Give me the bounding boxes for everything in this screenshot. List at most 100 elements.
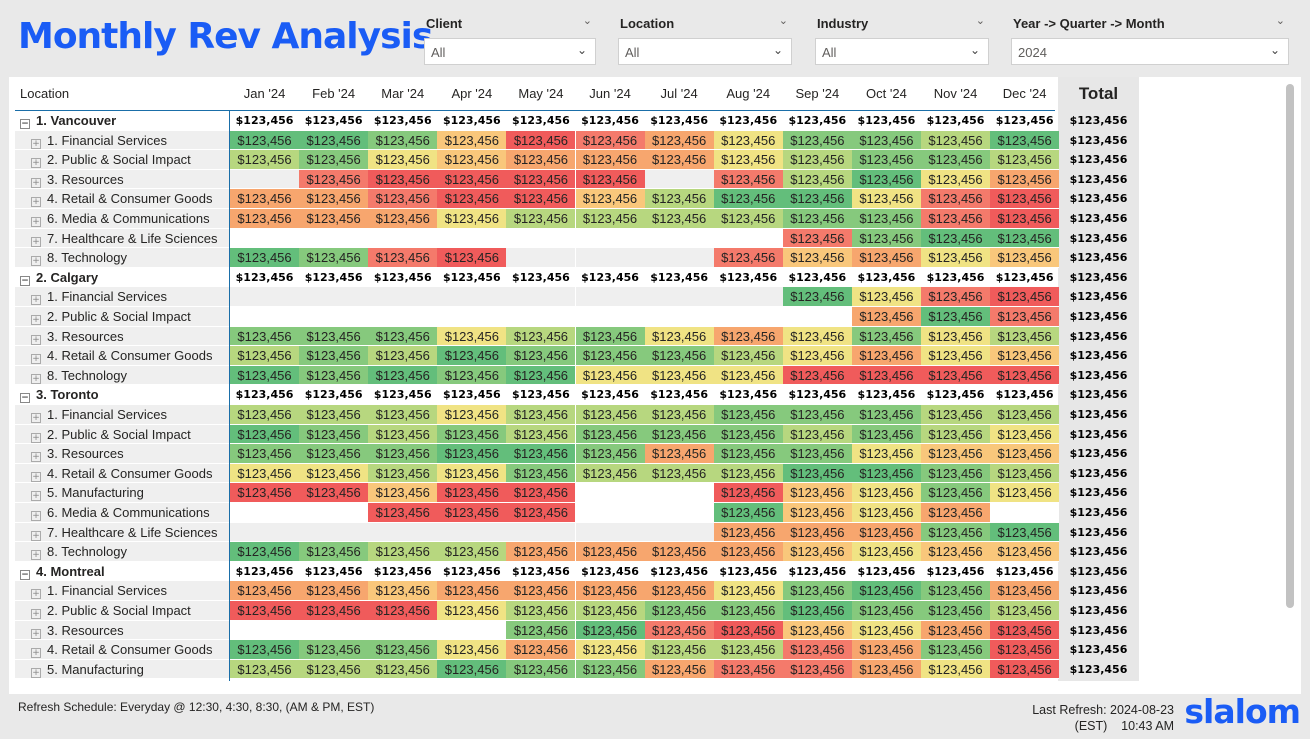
- row-label: +3. Resources: [15, 620, 229, 641]
- value-cell: $123,456: [581, 564, 639, 578]
- expand-icon[interactable]: +: [31, 667, 41, 678]
- column-header-month[interactable]: Feb '24: [299, 77, 368, 110]
- column-header-month[interactable]: Jan '24: [230, 77, 299, 110]
- chevron-down-icon[interactable]: ⌄: [1270, 43, 1280, 57]
- value-cell: $123,456: [713, 659, 783, 680]
- value-cell: [575, 307, 645, 327]
- vertical-scrollbar[interactable]: [1286, 84, 1294, 608]
- slicer-date-dropdown[interactable]: 2024 ⌄: [1011, 38, 1289, 65]
- collapse-icon[interactable]: −: [20, 393, 30, 404]
- column-header-month[interactable]: Dec '24: [990, 77, 1059, 110]
- slicer-client-dropdown[interactable]: All ⌄: [424, 38, 596, 65]
- column-header-month[interactable]: May '24: [506, 77, 575, 110]
- expand-icon[interactable]: +: [31, 471, 41, 482]
- value-cell: $123,456: [788, 564, 847, 578]
- expand-icon[interactable]: +: [31, 177, 41, 188]
- expand-icon[interactable]: +: [31, 197, 41, 208]
- value-cell: $123,456: [368, 326, 438, 347]
- row-label-text: 1. Financial Services: [47, 583, 167, 599]
- chevron-down-icon[interactable]: ⌄: [976, 14, 985, 27]
- column-header-month[interactable]: Apr '24: [437, 77, 506, 110]
- expand-icon[interactable]: +: [31, 530, 41, 541]
- row-label: −1. Vancouver: [15, 111, 229, 131]
- slicer-client[interactable]: Client ⌄ All ⌄: [424, 12, 596, 68]
- value-cell: [990, 503, 1060, 523]
- column-header-total[interactable]: Total: [1058, 77, 1139, 110]
- value-cell: $123,456: [926, 114, 985, 127]
- slicer-industry-dropdown[interactable]: All ⌄: [815, 38, 989, 65]
- value-cell: [575, 483, 645, 503]
- value-cell: $123,456: [437, 424, 507, 445]
- expand-icon[interactable]: +: [31, 550, 41, 561]
- total-cell: $123,456: [1069, 270, 1128, 284]
- value-cell: $123,456: [921, 150, 991, 170]
- expand-icon[interactable]: +: [31, 373, 41, 384]
- chevron-down-icon[interactable]: ⌄: [970, 43, 980, 57]
- collapse-icon[interactable]: −: [20, 569, 30, 580]
- total-cell: $123,456: [1069, 427, 1128, 441]
- slicer-location[interactable]: Location ⌄ All ⌄: [618, 12, 792, 68]
- column-header-month[interactable]: Mar '24: [368, 77, 437, 110]
- expand-icon[interactable]: +: [31, 609, 41, 619]
- row-label: +2. Public & Social Impact: [15, 307, 229, 327]
- expand-icon[interactable]: +: [31, 236, 41, 247]
- value-cell: $123,456: [921, 640, 991, 660]
- value-cell: $123,456: [921, 424, 991, 445]
- expand-icon[interactable]: +: [31, 413, 41, 423]
- expand-icon[interactable]: +: [31, 491, 41, 502]
- expand-icon[interactable]: +: [31, 217, 41, 227]
- chevron-down-icon[interactable]: ⌄: [773, 43, 783, 57]
- value-cell: [368, 522, 438, 543]
- column-header-month[interactable]: Oct '24: [852, 77, 921, 110]
- value-cell: $123,456: [851, 209, 921, 229]
- expand-icon[interactable]: +: [31, 589, 41, 600]
- collapse-icon[interactable]: −: [20, 119, 30, 129]
- value-cell: $123,456: [368, 248, 438, 268]
- collapse-icon[interactable]: −: [20, 275, 30, 286]
- value-cell: $123,456: [437, 542, 507, 562]
- slicer-location-dropdown[interactable]: All ⌄: [618, 38, 792, 65]
- column-header-month[interactable]: Jun '24: [576, 77, 645, 110]
- chevron-down-icon[interactable]: ⌄: [583, 14, 592, 27]
- expand-icon[interactable]: +: [31, 138, 41, 149]
- expand-icon[interactable]: +: [31, 295, 41, 306]
- value-cell: $123,456: [299, 326, 369, 347]
- total-cell: $123,456: [1069, 133, 1128, 147]
- expand-icon[interactable]: +: [31, 452, 41, 463]
- value-cell: $123,456: [851, 365, 921, 386]
- value-cell: $123,456: [437, 365, 507, 386]
- slicer-date-label: Year -> Quarter -> Month: [1013, 16, 1165, 31]
- expand-icon[interactable]: +: [31, 432, 41, 443]
- expand-icon[interactable]: +: [31, 511, 41, 521]
- industry-row: +6. Media & Communications $123,456 $123,4…: [15, 503, 1148, 523]
- value-cell: $123,456: [650, 114, 709, 127]
- row-label: +4. Retail & Consumer Goods: [15, 640, 229, 660]
- row-label: +8. Technology: [15, 365, 229, 386]
- expand-icon[interactable]: +: [31, 628, 41, 639]
- industry-row: +5. Manufacturing $123,456 $123,456 $123,45…: [15, 659, 1148, 680]
- value-cell: $123,456: [713, 346, 783, 366]
- column-header-month[interactable]: Sep '24: [783, 77, 852, 110]
- total-cell: $123,456: [1069, 251, 1128, 265]
- expand-icon[interactable]: +: [31, 334, 41, 345]
- expand-icon[interactable]: +: [31, 158, 41, 169]
- column-header-month[interactable]: Jul '24: [645, 77, 714, 110]
- expand-icon[interactable]: +: [31, 354, 41, 365]
- value-cell: $123,456: [437, 209, 507, 229]
- expand-icon[interactable]: +: [31, 315, 41, 325]
- chevron-down-icon[interactable]: ⌄: [577, 43, 587, 57]
- value-cell: $123,456: [851, 483, 921, 503]
- total-cell: $123,456: [1069, 290, 1128, 304]
- expand-icon[interactable]: +: [31, 256, 41, 267]
- column-header-month[interactable]: Aug '24: [714, 77, 783, 110]
- slicer-location-value: All: [625, 45, 640, 60]
- chevron-down-icon[interactable]: ⌄: [779, 14, 788, 27]
- chevron-down-icon[interactable]: ⌄: [1276, 14, 1285, 27]
- column-header-month[interactable]: Nov '24: [921, 77, 990, 110]
- value-cell: $123,456: [512, 114, 570, 127]
- row-header-location[interactable]: Location: [20, 77, 220, 110]
- slicer-industry[interactable]: Industry ⌄ All ⌄: [815, 12, 989, 68]
- slicer-date-hierarchy[interactable]: Year -> Quarter -> Month ⌄ 2024 ⌄: [1011, 12, 1289, 68]
- expand-icon[interactable]: +: [31, 648, 41, 659]
- value-cell: $123,456: [437, 640, 507, 660]
